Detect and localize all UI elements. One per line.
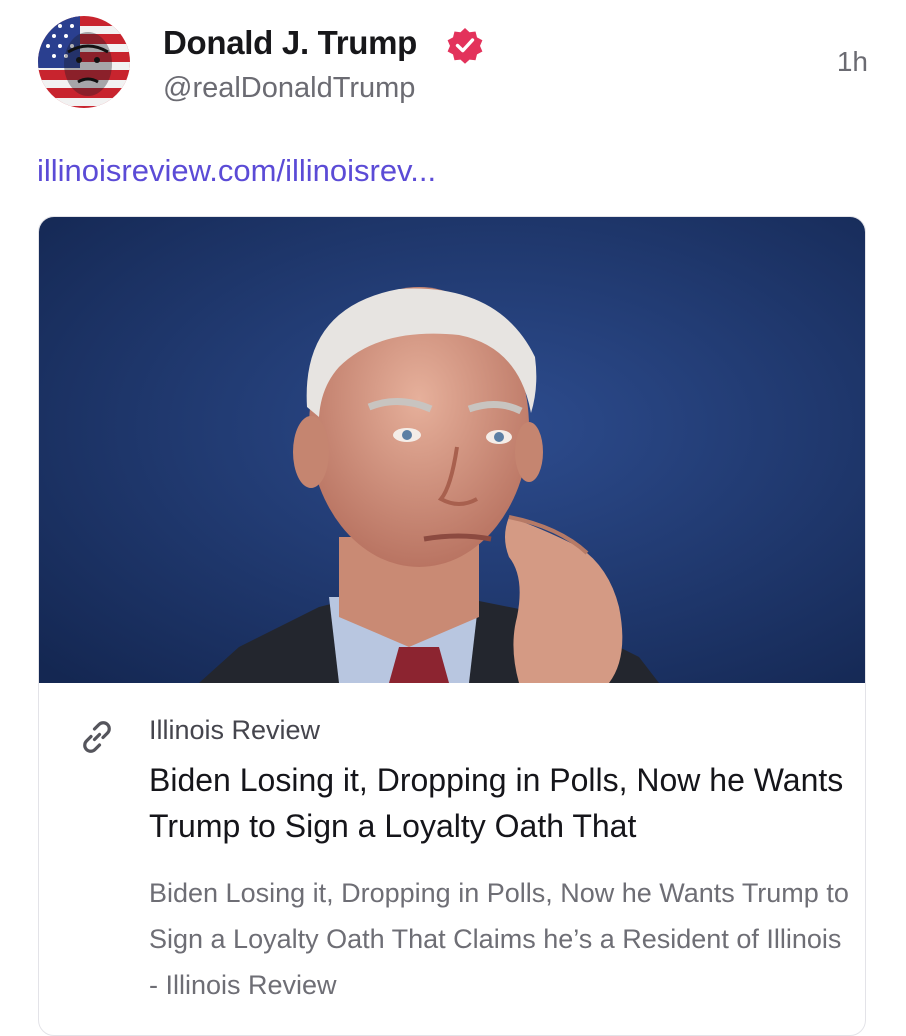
- link-preview-card[interactable]: Illinois Review Biden Losing it, Droppin…: [38, 216, 866, 1036]
- verified-badge-icon: [446, 26, 484, 64]
- author-handle[interactable]: @realDonaldTrump: [163, 72, 415, 105]
- link-preview-source: Illinois Review: [149, 715, 321, 745]
- author-avatar[interactable]: [38, 16, 130, 108]
- post-link[interactable]: illinoisreview.com/illinoisrev...: [37, 153, 436, 189]
- link-preview-image: [39, 217, 865, 683]
- link-icon: [77, 717, 117, 757]
- post-header: Donald J. Trump @realDonaldTrump 1h: [0, 0, 906, 130]
- link-preview-title[interactable]: Biden Losing it, Dropping in Polls, Now …: [149, 757, 849, 849]
- link-preview-description: Biden Losing it, Dropping in Polls, Now …: [149, 878, 849, 1000]
- author-display-name[interactable]: Donald J. Trump: [163, 24, 417, 62]
- post-timestamp[interactable]: 1h: [837, 46, 868, 78]
